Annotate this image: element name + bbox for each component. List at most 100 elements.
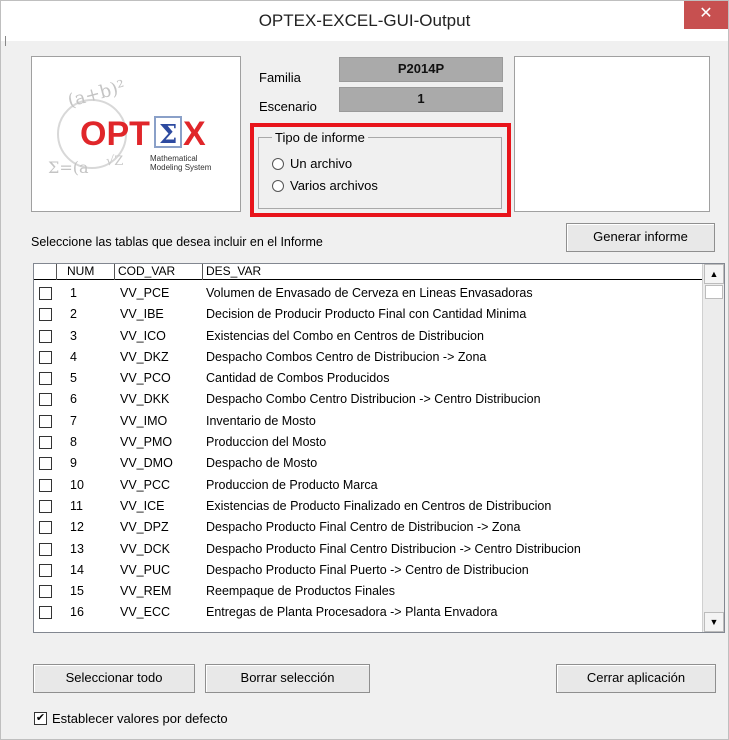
row-num: 3 xyxy=(70,328,77,343)
row-num: 10 xyxy=(70,477,84,492)
select-all-button[interactable]: Seleccionar todo xyxy=(33,664,195,693)
logo-brand-x: X xyxy=(183,115,206,153)
row-cod-var: VV_PUC xyxy=(120,562,171,577)
row-des-var: Existencias del Combo en Centros de Dist… xyxy=(206,328,484,343)
table-rows: 1 VV_PCE Volumen de Envasado de Cerveza en… xyxy=(34,283,704,624)
table-row[interactable]: 4 VV_DKZ Despacho Combos Centro de Distrib… xyxy=(34,347,704,368)
logo-scribble-right: √Z xyxy=(106,154,123,169)
checkbox-checked-icon[interactable]: ✔ xyxy=(34,712,47,725)
row-num: 1 xyxy=(70,286,77,300)
table-row[interactable]: 6 VV_DKK Despacho Combo Centro Distribucio… xyxy=(34,389,704,410)
table-row[interactable]: 10 VV_PCC Produccion de Producto Marca xyxy=(34,475,704,496)
row-des-var: Entregas de Planta Procesadora -> Planta… xyxy=(206,605,498,620)
row-checkbox[interactable] xyxy=(39,287,52,300)
row-des-var: Despacho Producto Final Centro de Distri… xyxy=(206,520,521,535)
row-checkbox[interactable] xyxy=(39,521,52,535)
column-header-num: NUM xyxy=(56,264,108,280)
row-cod-var: VV_ECC xyxy=(120,605,171,620)
logo-tagline-1: Mathematical xyxy=(150,154,198,163)
row-checkbox[interactable] xyxy=(39,585,52,599)
row-cod-var: VV_ICE xyxy=(120,498,165,513)
table-row[interactable]: 15 VV_REM Reempaque de Productos Finales xyxy=(34,581,704,602)
row-checkbox[interactable] xyxy=(39,350,52,364)
logo-panel: (a+b)² Σ=(a √Z OPT Σ X Mathematical Mode… xyxy=(31,56,241,212)
row-des-var: Cantidad de Combos Producidos xyxy=(206,371,390,386)
row-cod-var: VV_PMO xyxy=(120,435,173,450)
row-cod-var: VV_DKK xyxy=(120,392,170,407)
table-row[interactable]: 8 VV_PMO Produccion del Mosto xyxy=(34,432,704,453)
row-des-var: Despacho de Mosto xyxy=(206,456,318,471)
row-num: 5 xyxy=(70,371,77,386)
row-num: 14 xyxy=(70,562,84,577)
table-row[interactable]: 9 VV_DMO Despacho de Mosto xyxy=(34,453,704,474)
row-num: 13 xyxy=(70,541,84,556)
default-values-checkbox[interactable]: ✔ Establecer valores por defecto xyxy=(34,711,228,726)
tables-listbox[interactable]: NUM COD_VAR DES_VAR 1 VV_PCE Volumen de En… xyxy=(33,263,725,633)
row-cod-var: VV_DMO xyxy=(120,456,173,471)
row-checkbox[interactable] xyxy=(39,478,52,492)
row-cod-var: VV_DPZ xyxy=(120,520,169,535)
scroll-thumb[interactable] xyxy=(705,285,723,299)
table-row[interactable]: 2 VV_IBE Decision de Producir Producto Fin… xyxy=(34,304,704,325)
window-title: OPTEX-EXCEL-GUI-Output xyxy=(258,11,471,30)
list-scrollbar[interactable]: ▲ ▼ xyxy=(702,264,724,632)
familia-value: P2014P xyxy=(339,57,503,82)
row-checkbox[interactable] xyxy=(39,436,52,450)
row-num: 6 xyxy=(70,392,77,407)
row-num: 7 xyxy=(70,413,77,428)
table-row[interactable]: 16 VV_ECC Entregas de Planta Procesadora -… xyxy=(34,602,704,623)
table-row[interactable]: 12 VV_DPZ Despacho Producto Final Centro d… xyxy=(34,517,704,538)
close-window-button[interactable]: ✕ xyxy=(684,1,728,29)
column-header-des: DES_VAR xyxy=(202,264,702,280)
row-des-var: Existencias de Producto Finalizado en Ce… xyxy=(206,498,552,513)
row-checkbox[interactable] xyxy=(39,542,52,556)
row-cod-var: VV_ICO xyxy=(120,328,166,343)
row-des-var: Decision de Producir Producto Final con … xyxy=(206,307,527,322)
row-cod-var: VV_IBE xyxy=(120,307,164,322)
row-checkbox[interactable] xyxy=(39,329,52,343)
row-checkbox[interactable] xyxy=(39,414,52,428)
row-cod-var: VV_PCO xyxy=(120,371,171,386)
row-des-var: Inventario de Mosto xyxy=(206,413,316,428)
row-checkbox[interactable] xyxy=(39,606,52,620)
row-checkbox[interactable] xyxy=(39,563,52,577)
row-checkbox[interactable] xyxy=(39,308,52,322)
table-row[interactable]: 3 VV_ICO Existencias del Combo en Centros … xyxy=(34,326,704,347)
row-num: 11 xyxy=(70,498,83,513)
default-values-label: Establecer valores por defecto xyxy=(52,711,228,726)
scroll-down-icon[interactable]: ▼ xyxy=(704,612,724,632)
generate-report-button[interactable]: Generar informe xyxy=(566,223,715,252)
row-num: 16 xyxy=(70,605,84,620)
table-row[interactable]: 14 VV_PUC Despacho Producto Final Puerto -… xyxy=(34,560,704,581)
title-bar[interactable]: OPTEX-EXCEL-GUI-Output ✕ xyxy=(1,1,728,41)
logo-tagline-2: Modeling System xyxy=(150,163,212,172)
logo-brand: OPT xyxy=(80,115,150,153)
row-num: 8 xyxy=(70,435,77,450)
clear-selection-button[interactable]: Borrar selección xyxy=(205,664,370,693)
row-des-var: Reempaque de Productos Finales xyxy=(206,584,396,599)
row-cod-var: VV_DCK xyxy=(120,541,171,556)
select-tables-prompt: Seleccione las tablas que desea incluir … xyxy=(31,235,323,249)
highlight-annotation xyxy=(250,123,511,217)
row-checkbox[interactable] xyxy=(39,393,52,407)
escenario-value: 1 xyxy=(339,87,503,112)
scroll-up-icon[interactable]: ▲ xyxy=(704,264,724,284)
table-row[interactable]: 7 VV_IMO Inventario de Mosto xyxy=(34,411,704,432)
logo-scribble-left: Σ=(a xyxy=(48,158,89,177)
familia-label: Familia xyxy=(259,70,301,85)
table-row[interactable]: 5 VV_PCO Cantidad de Combos Producidos xyxy=(34,368,704,389)
row-cod-var: VV_REM xyxy=(120,584,172,599)
row-checkbox[interactable] xyxy=(39,457,52,471)
table-row[interactable]: 1 VV_PCE Volumen de Envasado de Cerveza en… xyxy=(34,283,704,304)
row-des-var: Despacho Producto Final Centro Distribuc… xyxy=(206,541,581,556)
optex-output-window: OPTEX-EXCEL-GUI-Output ✕ (a+b)² Σ=(a √Z … xyxy=(0,0,729,740)
logo-sigma: Σ xyxy=(159,120,177,150)
optex-logo-graphic: (a+b)² Σ=(a √Z OPT Σ X Mathematical Mode… xyxy=(48,76,212,177)
row-des-var: Produccion del Mosto xyxy=(206,435,327,450)
row-checkbox[interactable] xyxy=(39,499,52,513)
table-row[interactable]: 13 VV_DCK Despacho Producto Final Centro D… xyxy=(34,539,704,560)
row-checkbox[interactable] xyxy=(39,372,52,386)
table-row[interactable]: 11 VV_ICE Existencias de Producto Finaliza… xyxy=(34,496,704,517)
row-des-var: Produccion de Producto Marca xyxy=(206,477,378,492)
close-application-button[interactable]: Cerrar aplicación xyxy=(556,664,716,693)
